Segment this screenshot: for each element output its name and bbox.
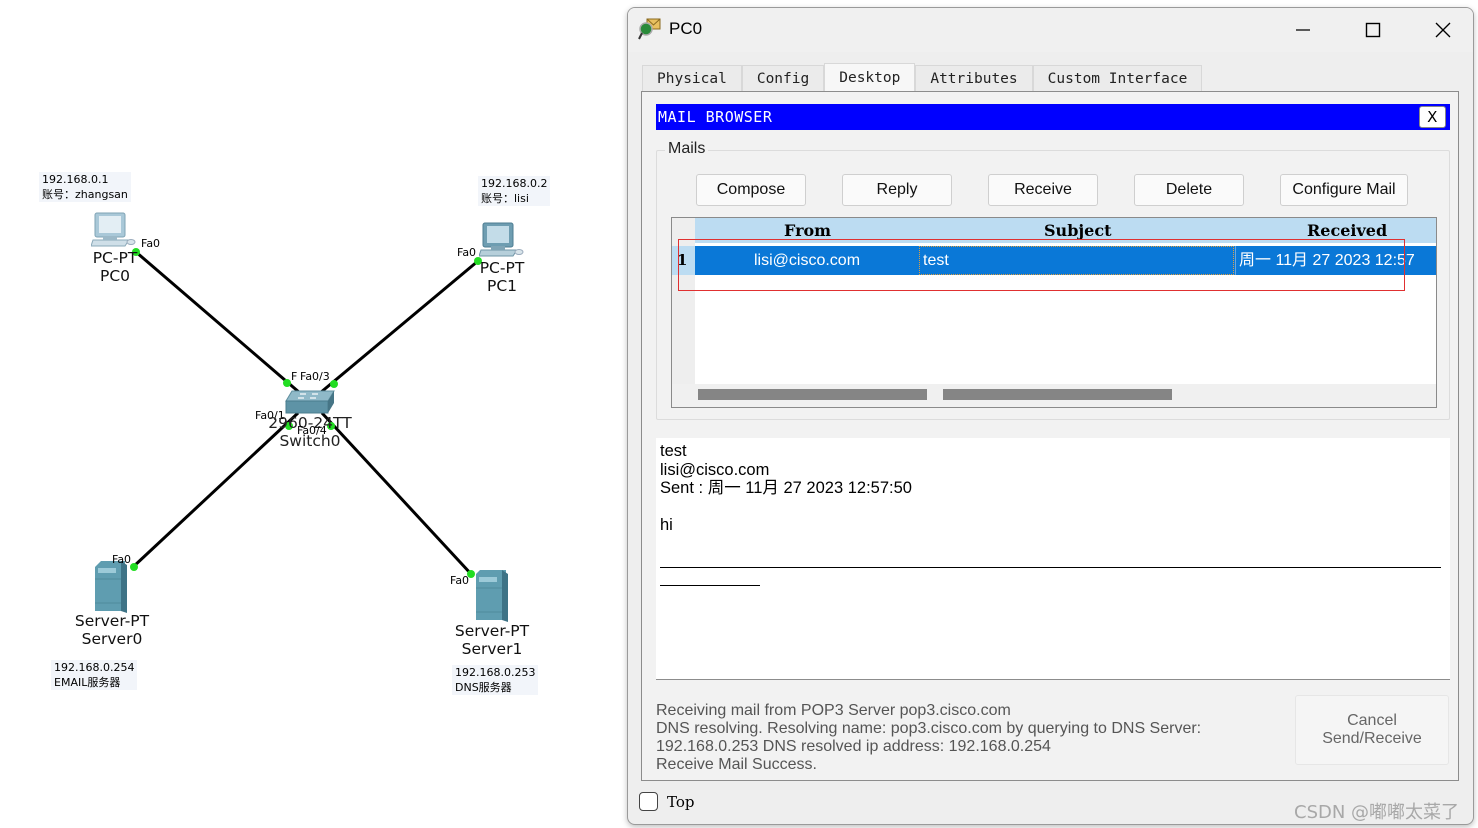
message-body: hi: [660, 516, 673, 534]
topology-workspace[interactable]: 192.168.0.1 账号：zhangsan 192.168.0.2 账号：lis…: [0, 0, 620, 828]
message-sent: Sent : 周一 11月 27 2023 12:57:50: [660, 479, 912, 497]
port-label: Fa0/4: [297, 424, 327, 437]
reply-button[interactable]: Reply: [842, 174, 952, 206]
column-header-from[interactable]: From: [784, 221, 831, 240]
cell-received[interactable]: 周一 11月 27 2023 12:57: [1235, 246, 1436, 275]
tab-desktop[interactable]: Desktop: [824, 63, 916, 91]
receive-button[interactable]: Receive: [988, 174, 1098, 206]
maximize-icon: [1365, 22, 1381, 38]
note-role: EMAIL服务器: [54, 676, 121, 689]
table-header: From Subject Received: [695, 218, 1436, 243]
device-window: PC0 Physical Config Desktop Attributes C…: [627, 7, 1474, 825]
port-label: Fa0: [112, 553, 132, 566]
note-server1[interactable]: 192.168.0.253 DNS服务器: [452, 665, 539, 695]
top-checkbox-label: Top: [667, 792, 695, 811]
link-pc0-switch[interactable]: [135, 250, 301, 395]
message-separator: [660, 585, 760, 586]
table-row[interactable]: lisi@cisco.com test 周一 11月 27 2023 12:57: [695, 246, 1436, 275]
column-header-received[interactable]: Received: [1307, 221, 1387, 240]
column-header-subject[interactable]: Subject: [1044, 221, 1111, 240]
port-label: F: [291, 370, 298, 383]
compose-button[interactable]: Compose: [696, 174, 806, 206]
note-pc1[interactable]: 192.168.0.2 账号：lisi: [478, 176, 551, 206]
delete-button[interactable]: Delete: [1134, 174, 1244, 206]
message-from: lisi@cisco.com: [660, 460, 770, 479]
note-ip: 192.168.0.253: [455, 666, 536, 679]
mails-group-label: Mails: [665, 140, 709, 158]
tab-bar: Physical Config Desktop Attributes Custo…: [642, 63, 1203, 91]
mail-content-view[interactable]: test lisi@cisco.com Sent : 周一 11月 27 202…: [656, 438, 1450, 680]
cancel-label-line: Cancel: [1347, 712, 1397, 729]
tab-physical[interactable]: Physical: [642, 65, 742, 91]
note-pc0[interactable]: 192.168.0.1 账号：zhangsan: [39, 172, 131, 202]
row-header-column: [672, 218, 695, 384]
tab-config[interactable]: Config: [741, 65, 825, 91]
cell-subject[interactable]: test: [919, 246, 1234, 275]
note-ip: 192.168.0.254: [54, 661, 135, 674]
title-bar[interactable]: PC0: [628, 8, 1473, 52]
message-separator: [660, 567, 1441, 568]
link-light-switch-fa03: [330, 380, 338, 388]
horizontal-scrollbar-thumb[interactable]: [698, 389, 927, 400]
note-account: 账号：zhangsan: [42, 188, 128, 201]
configure-mail-button[interactable]: Configure Mail: [1280, 174, 1408, 206]
top-checkbox[interactable]: [639, 792, 658, 811]
mail-browser-header: MAIL BROWSER X: [656, 104, 1450, 130]
device-label-server0: Server-PT Server0: [74, 612, 150, 648]
screen: 192.168.0.1 账号：zhangsan 192.168.0.2 账号：lis…: [0, 0, 1478, 828]
packet-tracer-app-icon: [638, 18, 661, 40]
status-line: Receiving mail from POP3 Server pop3.cis…: [656, 702, 1011, 719]
desktop-panel: MAIL BROWSER X Mails Compose Reply Recei…: [641, 91, 1459, 781]
switch-icon[interactable]: [284, 389, 336, 415]
minimize-icon: [1296, 29, 1310, 31]
note-ip: 192.168.0.2: [481, 177, 548, 190]
top-checkbox-control[interactable]: Top: [639, 792, 694, 811]
row-number[interactable]: 1: [677, 246, 687, 275]
cancel-label-line: Send/Receive: [1322, 730, 1422, 747]
status-line: Receive Mail Success.: [656, 756, 817, 773]
cancel-send-receive-button[interactable]: Cancel Send/Receive: [1295, 695, 1449, 765]
status-log: Receiving mail from POP3 Server pop3.cis…: [656, 702, 1296, 774]
status-line: DNS resolving. Resolving name: pop3.cisc…: [656, 720, 1202, 737]
close-button[interactable]: [1428, 16, 1458, 44]
device-label-server1: Server-PT Server1: [454, 622, 530, 658]
mails-group: Mails Compose Reply Receive Delete Confi…: [656, 140, 1450, 420]
link-light-switch-fa02: [283, 379, 291, 387]
pc-icon[interactable]: [479, 222, 525, 262]
server-icon[interactable]: [93, 561, 129, 613]
mail-browser-title: MAIL BROWSER: [658, 108, 773, 126]
server-icon[interactable]: [474, 570, 510, 622]
note-ip: 192.168.0.1: [42, 173, 109, 186]
minimize-button[interactable]: [1288, 16, 1318, 44]
horizontal-scrollbar-thumb[interactable]: [943, 389, 1172, 400]
port-label: Fa0/3: [300, 370, 330, 383]
message-subject: test: [660, 442, 687, 460]
maximize-button[interactable]: [1358, 16, 1388, 44]
port-label: Fa0: [450, 574, 470, 587]
close-icon: [1435, 22, 1451, 38]
note-account: 账号：lisi: [481, 192, 529, 205]
note-role: DNS服务器: [455, 681, 512, 694]
device-label-pc1: PC-PT PC1: [479, 259, 525, 295]
pc-icon[interactable]: [91, 212, 137, 252]
link-pc1-switch[interactable]: [319, 259, 479, 395]
port-label: Fa0: [457, 246, 477, 259]
tab-attributes[interactable]: Attributes: [915, 65, 1033, 91]
mail-browser-close-button[interactable]: X: [1419, 106, 1446, 128]
device-label-pc0: PC-PT PC0: [92, 249, 138, 285]
watermark: CSDN @嘟嘟太菜了: [1294, 802, 1460, 823]
note-server0[interactable]: 192.168.0.254 EMAIL服务器: [51, 660, 138, 690]
tab-custom-interface[interactable]: Custom Interface: [1032, 65, 1203, 91]
link-light-server0: [130, 563, 138, 571]
table-body: lisi@cisco.com test 周一 11月 27 2023 12:57: [695, 243, 1436, 384]
mail-table: From Subject Received 1 lisi@cisco.com t…: [671, 217, 1437, 408]
cell-from[interactable]: lisi@cisco.com: [695, 246, 919, 275]
status-line: 192.168.0.253 DNS resolved ip address: 1…: [656, 738, 1051, 755]
window-title: PC0: [669, 19, 703, 38]
